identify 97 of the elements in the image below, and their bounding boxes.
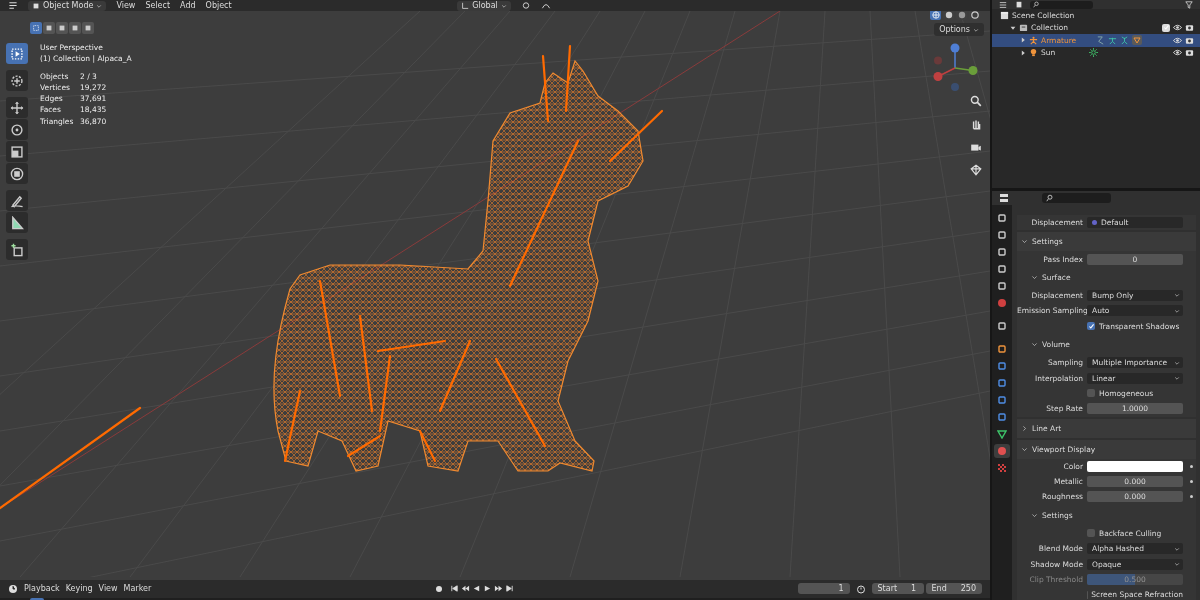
keyframe-dot[interactable] bbox=[1189, 480, 1193, 484]
navigation-gizmo-icon[interactable] bbox=[930, 43, 980, 93]
jump-end-icon[interactable] bbox=[505, 584, 515, 594]
mode-dropdown[interactable]: Object Mode bbox=[28, 0, 107, 11]
add-cube-icon bbox=[10, 242, 24, 257]
check-icon bbox=[1162, 24, 1170, 32]
search-field[interactable] bbox=[1042, 193, 1111, 203]
menu-item[interactable]: View bbox=[116, 1, 136, 10]
end-frame-field[interactable]: End 250 bbox=[925, 583, 982, 595]
tool-button[interactable] bbox=[6, 212, 28, 233]
jump-start-icon[interactable] bbox=[450, 584, 460, 594]
caret-icon bbox=[1174, 292, 1180, 299]
sun-icon bbox=[1089, 48, 1099, 58]
checker-icon bbox=[997, 463, 1007, 473]
properties-tab[interactable] bbox=[994, 444, 1010, 458]
tool-button[interactable] bbox=[6, 43, 28, 64]
play-reverse-icon[interactable] bbox=[472, 584, 482, 594]
current-frame-field[interactable]: 1 bbox=[797, 583, 850, 595]
disclosure-triangle-icon[interactable] bbox=[1020, 49, 1026, 56]
menu-item[interactable]: Select bbox=[145, 1, 171, 10]
camera-icon[interactable] bbox=[1185, 23, 1194, 33]
tool-button[interactable] bbox=[6, 190, 28, 211]
caret-icon bbox=[1174, 561, 1180, 568]
pencil-icon bbox=[10, 193, 24, 208]
disclosure-triangle-icon[interactable] bbox=[1020, 37, 1026, 44]
camera-icon[interactable] bbox=[1185, 35, 1194, 45]
menu-item[interactable]: View bbox=[98, 584, 118, 594]
collection-icon bbox=[1000, 10, 1009, 20]
tool-button[interactable] bbox=[6, 163, 28, 184]
tool-button[interactable] bbox=[6, 239, 28, 260]
tool-button[interactable] bbox=[6, 97, 28, 118]
prev-keyframe-icon[interactable] bbox=[461, 584, 471, 594]
caret-icon bbox=[500, 2, 507, 9]
exclude-checkbox[interactable] bbox=[1162, 23, 1170, 32]
ruler-icon bbox=[10, 215, 24, 230]
armature-icon bbox=[1029, 35, 1038, 45]
select-mode-button[interactable] bbox=[69, 22, 81, 34]
eye-icon[interactable] bbox=[1173, 35, 1182, 45]
record-icon[interactable] bbox=[434, 583, 445, 594]
color-swatch[interactable] bbox=[1087, 460, 1183, 472]
axes-icon bbox=[461, 1, 470, 10]
check-icon bbox=[1087, 322, 1095, 330]
stopwatch-icon[interactable] bbox=[855, 583, 866, 594]
select-mode-button[interactable] bbox=[82, 22, 94, 34]
camera-icon[interactable] bbox=[1185, 48, 1194, 58]
sphere-icon bbox=[997, 446, 1007, 456]
sphere-icon bbox=[931, 11, 940, 19]
caret-icon bbox=[1174, 307, 1180, 314]
search-field[interactable] bbox=[1030, 0, 1093, 9]
search-icon bbox=[1033, 1, 1040, 8]
select-mode-button[interactable] bbox=[56, 22, 68, 34]
select-box-icon bbox=[10, 46, 24, 61]
collection-icon bbox=[1019, 23, 1028, 33]
select-mode-button[interactable] bbox=[43, 22, 55, 34]
shading-mode-button[interactable] bbox=[969, 11, 980, 20]
caret-icon bbox=[96, 2, 103, 9]
menu-item[interactable]: Playback bbox=[24, 584, 60, 594]
keyframe-dot[interactable] bbox=[1189, 495, 1193, 499]
filter-icon[interactable] bbox=[1184, 0, 1194, 9]
caret-icon bbox=[1174, 545, 1180, 552]
disclosure-triangle-icon[interactable] bbox=[1010, 24, 1016, 31]
shading-mode-button[interactable] bbox=[943, 11, 954, 20]
rotate-icon bbox=[10, 122, 24, 137]
menu-item[interactable]: Marker bbox=[123, 584, 152, 594]
list-icon[interactable] bbox=[998, 0, 1008, 9]
light-bulb-icon bbox=[1029, 48, 1038, 58]
next-keyframe-icon[interactable] bbox=[494, 584, 504, 594]
shading-mode-button[interactable] bbox=[956, 11, 967, 20]
keyframe-dot[interactable] bbox=[1189, 464, 1193, 468]
caret-icon bbox=[1174, 375, 1180, 382]
menu-item[interactable]: Add bbox=[180, 1, 196, 10]
select-mode-button[interactable] bbox=[30, 22, 42, 34]
transform-icon bbox=[10, 166, 24, 181]
clock-icon[interactable] bbox=[8, 583, 18, 594]
triangle-icon bbox=[997, 429, 1007, 439]
properties-tab[interactable] bbox=[994, 427, 1010, 441]
editor-type-icon[interactable] bbox=[8, 1, 18, 10]
caret-icon bbox=[1174, 359, 1180, 366]
eye-icon[interactable] bbox=[1173, 23, 1182, 33]
tool-button[interactable] bbox=[6, 70, 28, 91]
options-button[interactable]: Options bbox=[934, 23, 984, 36]
search-icon bbox=[1046, 194, 1054, 202]
caret-icon bbox=[973, 26, 979, 33]
menu-item[interactable]: Keying bbox=[65, 584, 93, 594]
orientation-dropdown[interactable]: Global bbox=[457, 0, 511, 11]
cursor-icon bbox=[10, 73, 24, 88]
tool-button[interactable] bbox=[6, 141, 28, 162]
play-icon[interactable] bbox=[483, 584, 493, 594]
square-icon bbox=[997, 344, 1007, 354]
menu-item[interactable]: Object bbox=[205, 1, 232, 10]
start-frame-field[interactable]: Start 1 bbox=[871, 583, 924, 595]
zoom-icon[interactable] bbox=[970, 94, 982, 107]
tool-button[interactable] bbox=[6, 119, 28, 140]
editor-type-icon[interactable] bbox=[998, 193, 1010, 203]
scale-icon bbox=[10, 144, 24, 159]
eye-icon[interactable] bbox=[1173, 48, 1182, 58]
move-icon bbox=[10, 100, 24, 115]
